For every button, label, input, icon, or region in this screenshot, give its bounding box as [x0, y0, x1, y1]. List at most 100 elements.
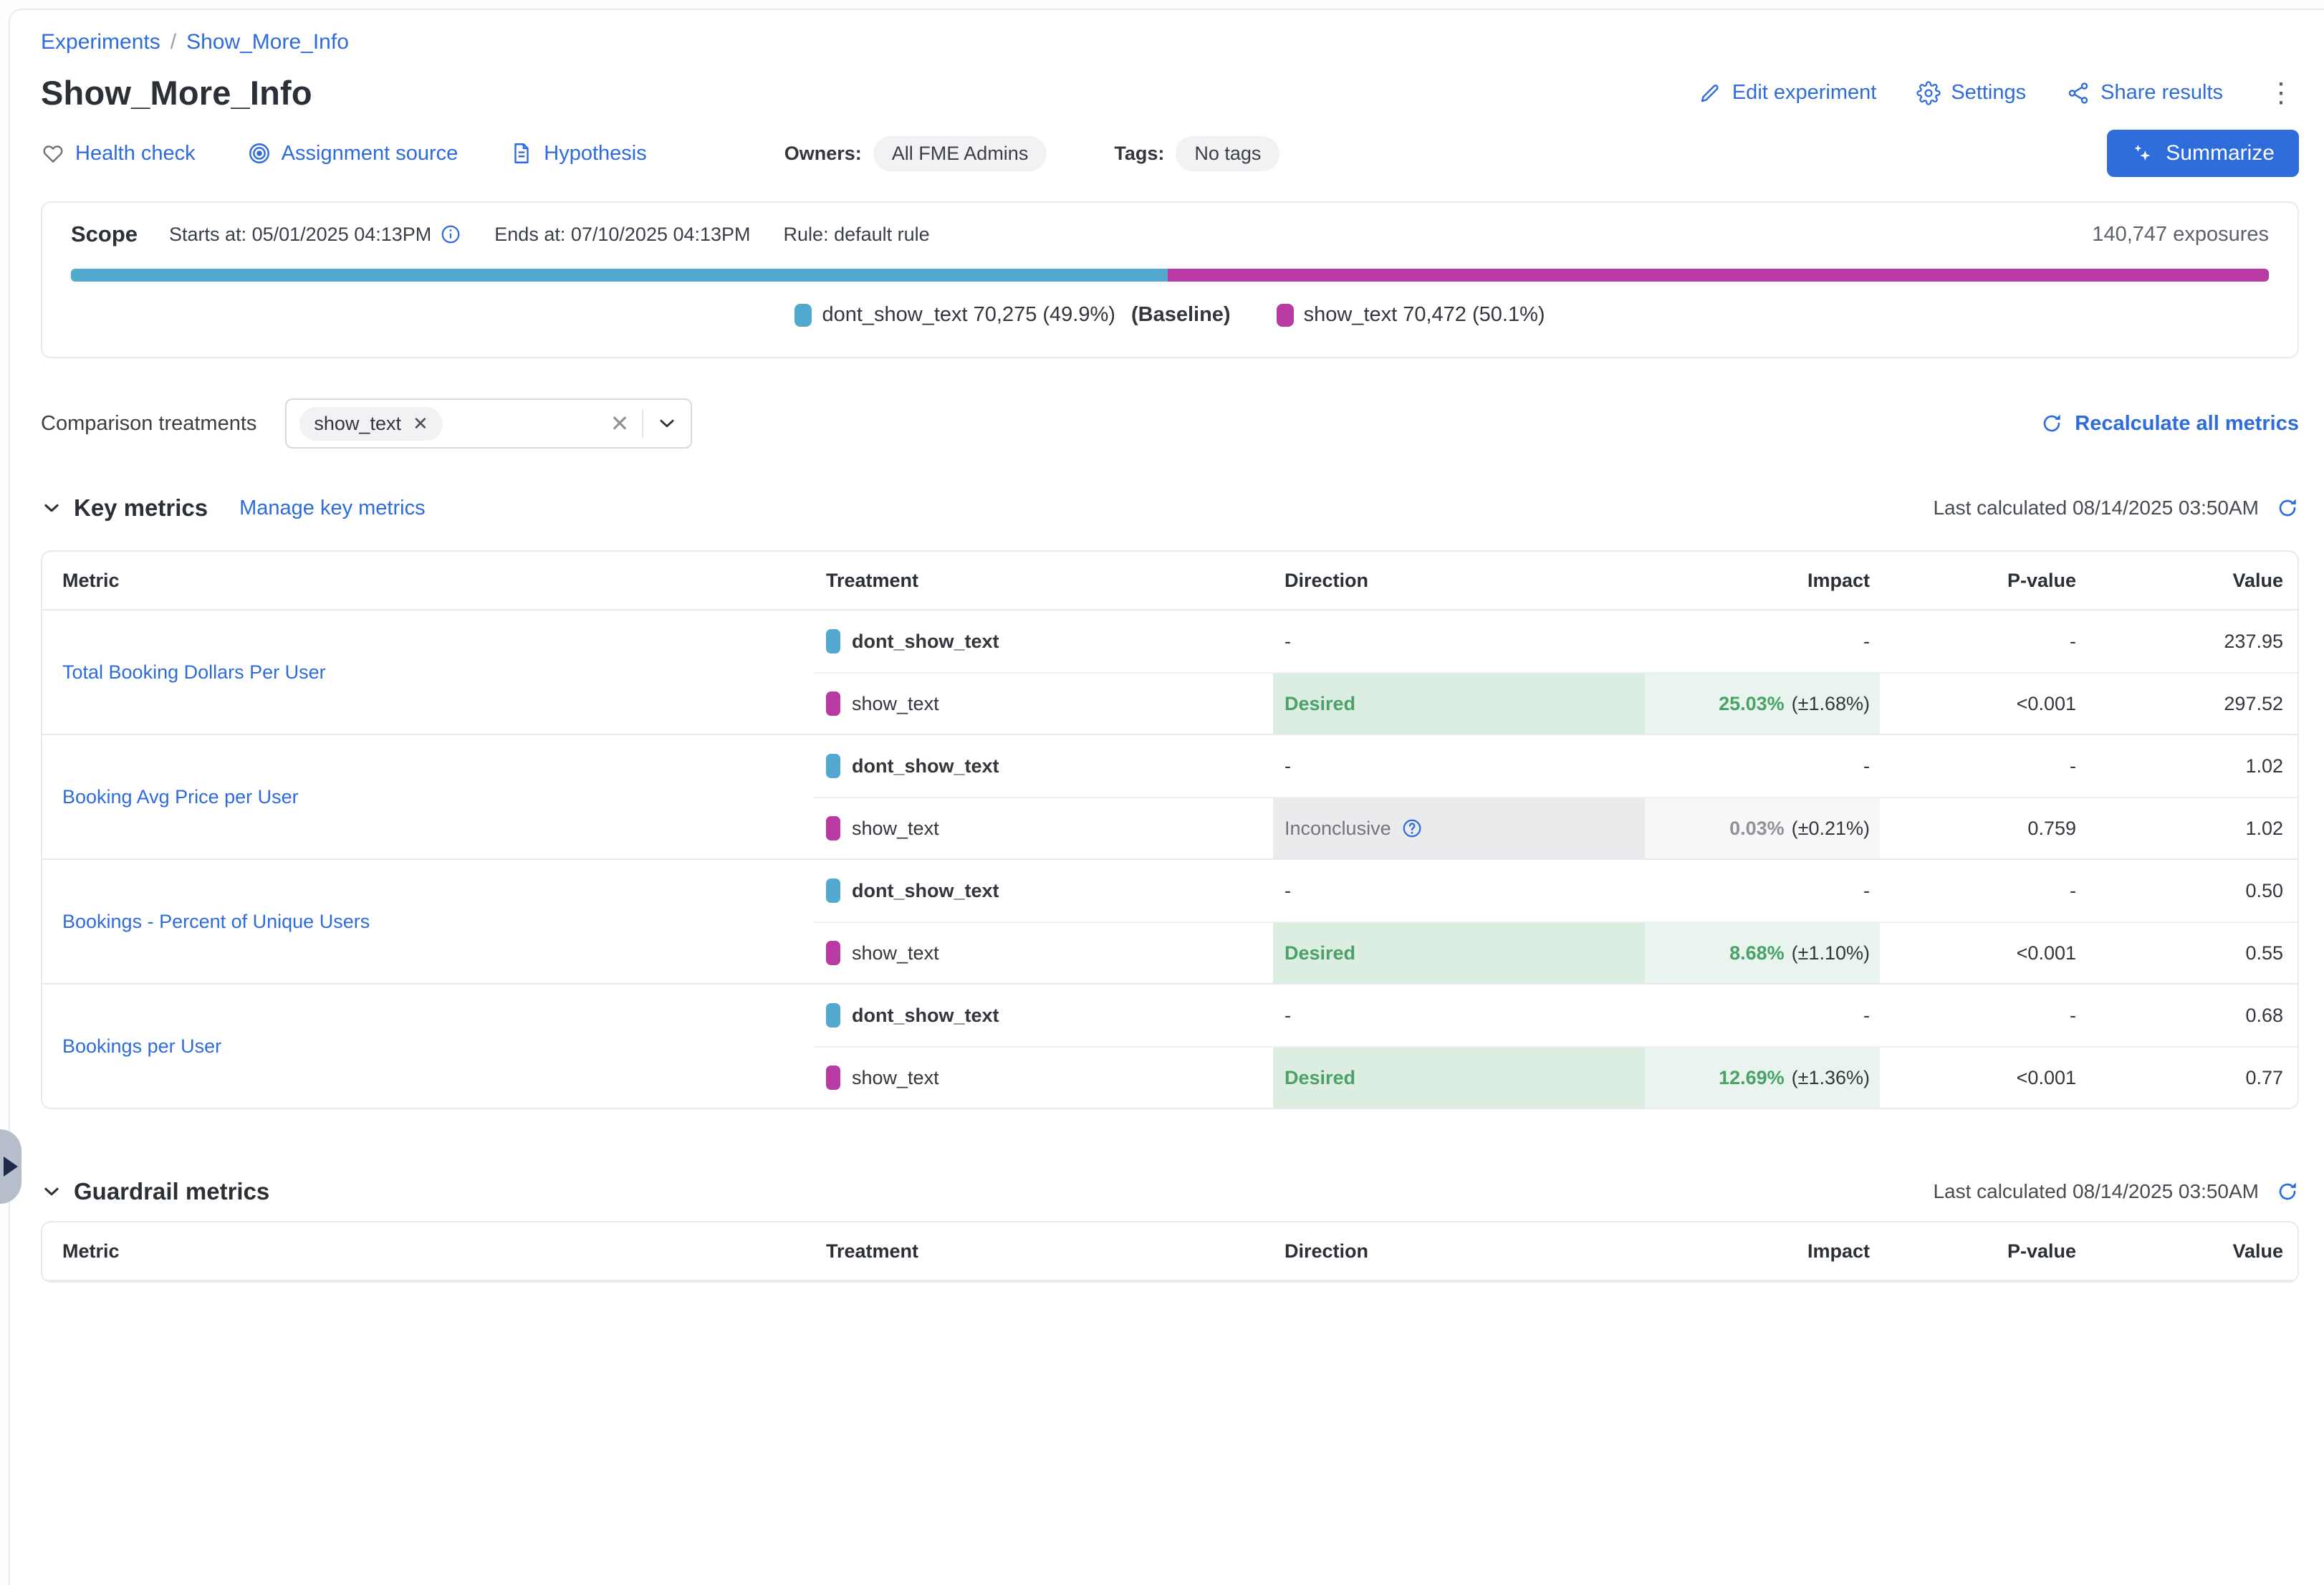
breadcrumb-experiments[interactable]: Experiments	[41, 30, 160, 54]
tab-health-check[interactable]: Health check	[41, 141, 196, 166]
treatment-swatch	[826, 629, 840, 653]
legend-baseline-suffix: (Baseline)	[1125, 303, 1231, 327]
select-clear-icon[interactable]: ✕	[610, 410, 630, 437]
scope-rule: Rule: default rule	[784, 224, 930, 246]
pencil-icon	[1698, 81, 1722, 105]
sparkles-icon	[2131, 142, 2154, 165]
value-cell: 1.02	[2080, 798, 2297, 858]
legend-label: dont_show_text 70,275 (49.9%)	[822, 303, 1115, 327]
comparison-treatments-select[interactable]: show_text ✕ ✕	[285, 398, 692, 449]
value-cell: 0.55	[2080, 923, 2297, 983]
impact-value: 25.03%	[1719, 693, 1785, 715]
metric-link[interactable]: Booking Avg Price per User	[62, 786, 299, 808]
heart-icon	[41, 141, 65, 166]
refresh-icon[interactable]	[2276, 1180, 2299, 1203]
impact-cell: 0.03%(±0.21%)	[1645, 798, 1880, 858]
treatment-swatch	[826, 1066, 840, 1090]
treatment-swatch	[826, 941, 840, 965]
metric-cell: Booking Avg Price per User	[42, 735, 813, 858]
impact-confidence-interval: (±1.10%)	[1792, 942, 1870, 964]
share-results-button[interactable]: Share results	[2066, 81, 2223, 105]
direction-label: Desired	[1285, 942, 1355, 964]
main-content: Experiments / Show_More_Info Show_More_I…	[9, 9, 2324, 1585]
impact-confidence-interval: (±1.68%)	[1792, 693, 1870, 715]
settings-button[interactable]: Settings	[1916, 81, 2026, 105]
treatment-cell: dont_show_text	[813, 610, 1273, 672]
manage-key-metrics-link[interactable]: Manage key metrics	[239, 497, 426, 520]
direction-cell: -	[1273, 985, 1645, 1046]
p-value-cell: -	[1880, 735, 2080, 797]
direction-cell: Desired	[1273, 923, 1645, 983]
treatment-name: dont_show_text	[852, 880, 999, 902]
treatment-row: show_textDesired8.68%(±1.10%)<0.0010.55	[813, 921, 2297, 983]
column-header-metric: Metric	[42, 570, 813, 592]
treatment-name: show_text	[852, 1067, 939, 1089]
metric-cell: Bookings - Percent of Unique Users	[42, 860, 813, 983]
p-value-cell: -	[1880, 985, 2080, 1046]
impact-value: -	[1863, 880, 1870, 902]
treatment-cell: show_text	[813, 1048, 1273, 1108]
treatment-chip[interactable]: show_text ✕	[299, 407, 442, 441]
title-row: Show_More_Info Edit experiment Settings …	[41, 73, 2299, 112]
collapse-chevron-icon[interactable]	[41, 1181, 62, 1202]
tags-pill[interactable]: No tags	[1176, 136, 1279, 171]
more-options-kebab-icon[interactable]: ⋮	[2263, 80, 2299, 107]
chevron-down-icon[interactable]	[656, 413, 678, 434]
treatment-name: show_text	[852, 818, 939, 840]
treatment-cell: dont_show_text	[813, 860, 1273, 921]
scope-starts-at-label: Starts at: 05/01/2025 04:13PM	[169, 224, 431, 246]
impact-value: -	[1863, 1005, 1870, 1027]
refresh-icon[interactable]	[2276, 497, 2299, 519]
legend-item-dont_show_text: dont_show_text 70,275 (49.9%) (Baseline)	[794, 303, 1230, 327]
metric-link[interactable]: Bookings - Percent of Unique Users	[62, 911, 370, 933]
summarize-label: Summarize	[2166, 141, 2275, 166]
tab-assignment-source[interactable]: Assignment source	[247, 141, 458, 166]
allocation-segment-show_text	[1168, 269, 2269, 282]
tags-label: Tags:	[1114, 143, 1164, 165]
edit-experiment-button[interactable]: Edit experiment	[1698, 81, 1877, 105]
tab-hypothesis[interactable]: Hypothesis	[509, 141, 646, 166]
direction-cell: Desired	[1273, 674, 1645, 734]
recalculate-all-metrics-button[interactable]: Recalculate all metrics	[2040, 412, 2299, 436]
tab-assignment-source-label: Assignment source	[282, 142, 458, 166]
key-metrics-last-calculated: Last calculated 08/14/2025 03:50AM	[1933, 497, 2299, 519]
guardrail-metrics-title: Guardrail metrics	[74, 1178, 269, 1205]
p-value-cell: <0.001	[1880, 1048, 2080, 1108]
treatment-row: show_textDesired25.03%(±1.68%)<0.001297.…	[813, 672, 2297, 734]
direction-label: Desired	[1285, 693, 1355, 715]
question-circle-icon[interactable]	[1401, 818, 1423, 839]
info-icon[interactable]	[440, 224, 461, 245]
document-icon	[509, 141, 534, 166]
treatment-cell: show_text	[813, 798, 1273, 858]
metric-group: Total Booking Dollars Per User dont_show_…	[42, 610, 2297, 734]
select-divider	[642, 409, 643, 438]
p-value-cell: <0.001	[1880, 674, 2080, 734]
metric-rows: dont_show_text---0.50show_textDesired8.6…	[813, 860, 2297, 983]
direction-label: -	[1285, 880, 1291, 902]
column-header-metric: Metric	[42, 1240, 813, 1263]
summarize-button[interactable]: Summarize	[2107, 130, 2299, 177]
impact-cell: 25.03% (±1.68%)	[1645, 674, 1880, 734]
metric-link[interactable]: Total Booking Dollars Per User	[62, 661, 326, 684]
owners-label: Owners:	[784, 143, 862, 165]
sidebar-expand-button[interactable]	[0, 1129, 21, 1204]
treatment-swatch	[826, 816, 840, 841]
treatment-row: dont_show_text---237.95	[813, 610, 2297, 672]
comparison-treatments-label: Comparison treatments	[41, 412, 256, 436]
breadcrumb-separator: /	[171, 30, 176, 54]
legend-item-show_text: show_text 70,472 (50.1%)	[1277, 303, 1545, 327]
key-metrics-title: Key metrics	[74, 494, 208, 522]
expand-arrow-icon	[4, 1157, 18, 1177]
metric-link[interactable]: Bookings per User	[62, 1035, 221, 1058]
chip-remove-icon[interactable]: ✕	[413, 413, 428, 435]
treatment-chip-label: show_text	[314, 413, 401, 435]
collapse-chevron-icon[interactable]	[41, 497, 62, 519]
treatment-swatch	[826, 691, 840, 716]
treatment-swatch	[826, 1003, 840, 1028]
metric-group: Bookings - Percent of Unique Users dont_s…	[42, 858, 2297, 983]
p-value-cell: 0.759	[1880, 798, 2080, 858]
owners-pill[interactable]: All FME Admins	[873, 136, 1047, 171]
breadcrumb-current[interactable]: Show_More_Info	[186, 30, 349, 54]
impact-value: 0.03%	[1729, 818, 1785, 840]
p-value-cell: -	[1880, 860, 2080, 921]
